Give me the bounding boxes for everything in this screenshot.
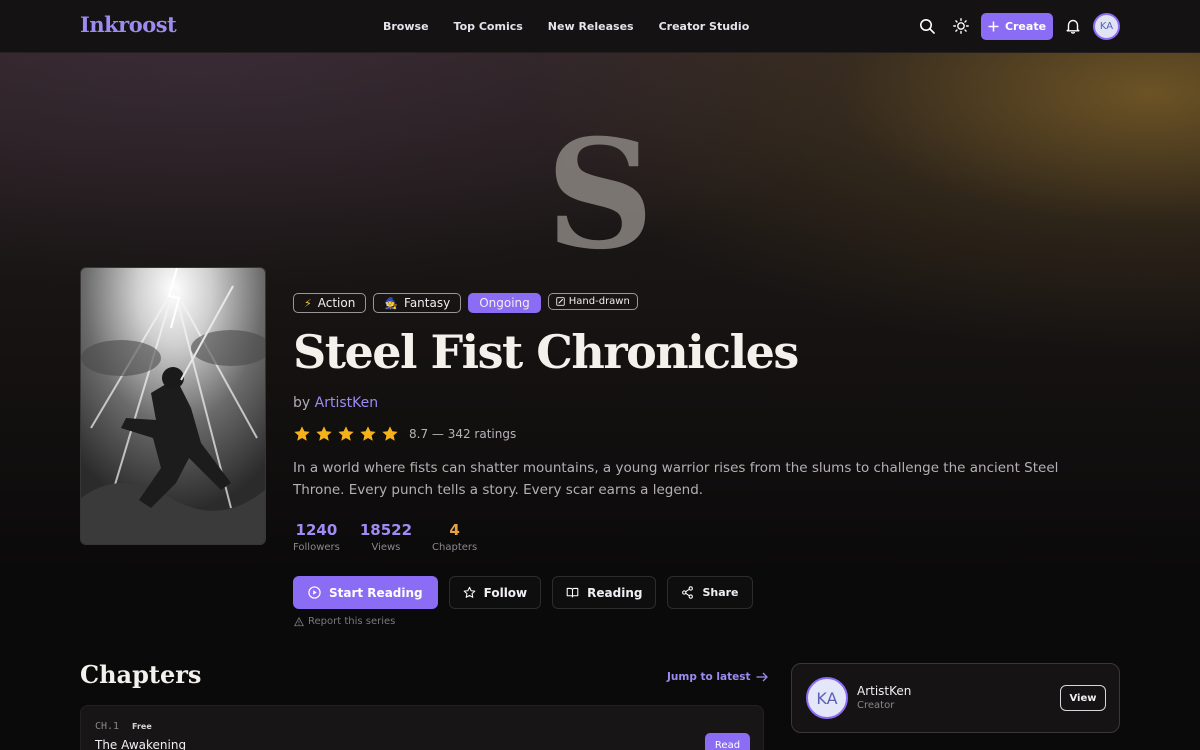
pencil-icon [556,297,565,306]
logo[interactable]: Inkroost [80,12,177,37]
series-actions: Start Reading Follow Reading Share [293,576,753,609]
bell-icon[interactable] [1063,16,1083,36]
stat-value: 4 [449,521,460,539]
warning-icon [294,616,304,626]
report-link[interactable]: Report this series [294,616,395,627]
book-open-icon [566,587,579,598]
rating-text: 8.7 — 342 ratings [409,427,517,441]
chapter-number: CH.1 [95,721,120,732]
byline: by ArtistKen [293,395,378,411]
arrow-right-icon [756,672,769,682]
rating: 8.7 — 342 ratings [293,425,516,443]
nav-top-comics[interactable]: Top Comics [454,20,523,33]
stat-value: 18522 [359,521,413,539]
stat-label: Chapters [432,542,478,553]
tag-label: Ongoing [479,296,530,310]
chapter-title: The Awakening [95,738,187,750]
nav-creator-studio[interactable]: Creator Studio [659,20,750,33]
star-icon[interactable] [381,425,399,443]
view-creator-button[interactable]: View [1060,685,1106,711]
tag-hand-drawn[interactable]: Hand-drawn [547,293,638,310]
tag-action[interactable]: ⚡ Action [293,293,367,313]
follow-button[interactable]: Follow [448,576,542,609]
stat-label: Views [371,542,401,553]
reading-list-button[interactable]: Reading [552,576,657,609]
nav-new-releases[interactable]: New Releases [548,20,634,33]
lightning-icon: ⚡ [304,296,312,310]
create-label: Create [1004,20,1047,33]
series-description: In a world where fists can shatter mount… [293,460,1059,498]
star-icon[interactable] [337,425,355,443]
series-stats: 1240 Followers 18522 Views 4 Chapters [293,521,477,553]
button-label: Start Reading [329,585,423,600]
genre-tags: ⚡ Action 🧙 Fantasy Ongoing Hand-drawn [293,293,638,313]
tag-label: Hand-drawn [568,296,630,307]
start-reading-button[interactable]: Start Reading [293,576,438,609]
main-nav: Browse Top Comics New Releases Creator S… [383,0,749,53]
theme-toggle-sun-icon[interactable] [951,16,971,36]
creator-avatar[interactable]: KA [806,677,848,719]
stat-views: 18522 Views [360,521,412,553]
tag-fantasy[interactable]: 🧙 Fantasy [373,293,462,313]
nav-browse[interactable]: Browse [383,20,429,33]
creator-card: KA ArtistKen Creator View [791,663,1120,733]
share-icon [682,586,694,599]
stat-value: 1240 [295,521,338,539]
stat-label: Followers [293,542,340,553]
button-label: Reading [587,585,643,600]
star-icon[interactable] [359,425,377,443]
search-icon[interactable] [917,16,937,36]
chapters-heading: Chapters [80,660,202,689]
tag-label: Fantasy [404,296,451,310]
star-outline-icon [463,586,475,598]
creator-role: Creator [857,700,895,711]
stat-followers: 1240 Followers [293,521,340,553]
byline-prefix: by [293,395,311,411]
tag-label: Action [317,296,356,310]
read-chapter-button[interactable]: Read [705,733,750,750]
button-label: Follow [483,585,528,600]
user-avatar[interactable]: KA [1093,13,1120,40]
play-circle-icon [308,586,321,599]
creator-name[interactable]: ArtistKen [857,684,911,698]
star-icon[interactable] [293,425,311,443]
wizard-icon: 🧙 [384,296,399,310]
series-title: Steel Fist Chronicles [293,325,799,379]
free-badge: Free [132,722,152,731]
stat-chapters: 4 Chapters [432,521,477,553]
star-icon[interactable] [315,425,333,443]
hero-letter: S [545,107,655,283]
jump-to-latest-link[interactable]: Jump to latest [667,671,769,683]
jump-label: Jump to latest [667,671,751,683]
report-label: Report this series [308,616,396,627]
chapter-row[interactable]: CH.1 Free The Awakening Read [80,705,764,750]
plus-icon [988,21,999,32]
cover-image[interactable] [80,267,266,545]
author-link[interactable]: ArtistKen [315,395,378,411]
button-label: Share [702,586,739,599]
create-button[interactable]: Create [981,13,1053,40]
status-badge: Ongoing [468,293,541,313]
share-button[interactable]: Share [667,576,753,609]
top-navbar: Inkroost Browse Top Comics New Releases … [0,0,1200,53]
